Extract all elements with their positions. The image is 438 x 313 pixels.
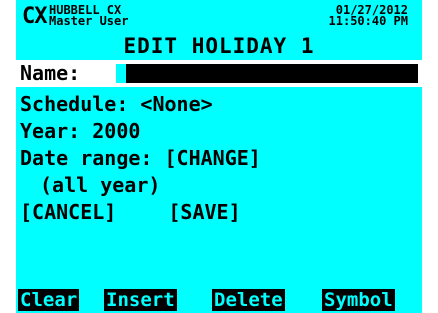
year-label[interactable]: Year: 2000: [20, 118, 140, 145]
insert-softkey[interactable]: Insert: [104, 289, 177, 311]
date-range-value-row: (all year): [16, 172, 422, 199]
schedule-label[interactable]: Schedule: <None>: [20, 91, 213, 118]
header: CX HUBBELL CX Master User 01/27/2012 11:…: [16, 0, 422, 34]
device-screen: CX HUBBELL CX Master User 01/27/2012 11:…: [16, 0, 422, 313]
name-row[interactable]: Name:: [16, 60, 422, 87]
user-role: Master User: [49, 14, 129, 28]
symbol-softkey[interactable]: Symbol: [322, 289, 395, 311]
softkey-bar: Clear Insert Delete Symbol: [16, 289, 422, 313]
cx-logo: CX: [22, 4, 47, 29]
delete-softkey[interactable]: Delete: [212, 289, 285, 311]
year-row[interactable]: Year: 2000: [16, 118, 422, 145]
name-field[interactable]: [116, 64, 418, 83]
current-time: 11:50:40 PM: [328, 14, 408, 28]
cancel-button[interactable]: [CANCEL]: [20, 200, 116, 224]
date-range-value: (all year): [40, 173, 161, 197]
date-range-row[interactable]: Date range: [CHANGE]: [16, 145, 422, 172]
schedule-row[interactable]: Schedule: <None>: [16, 91, 422, 118]
save-button[interactable]: [SAVE]: [168, 200, 240, 224]
actions-row: [CANCEL] [SAVE]: [16, 199, 422, 226]
page-title: EDIT HOLIDAY 1: [123, 34, 315, 58]
date-range-label[interactable]: Date range: [CHANGE]: [20, 145, 261, 172]
clear-softkey[interactable]: Clear: [18, 289, 80, 311]
name-label: Name:: [20, 61, 81, 85]
